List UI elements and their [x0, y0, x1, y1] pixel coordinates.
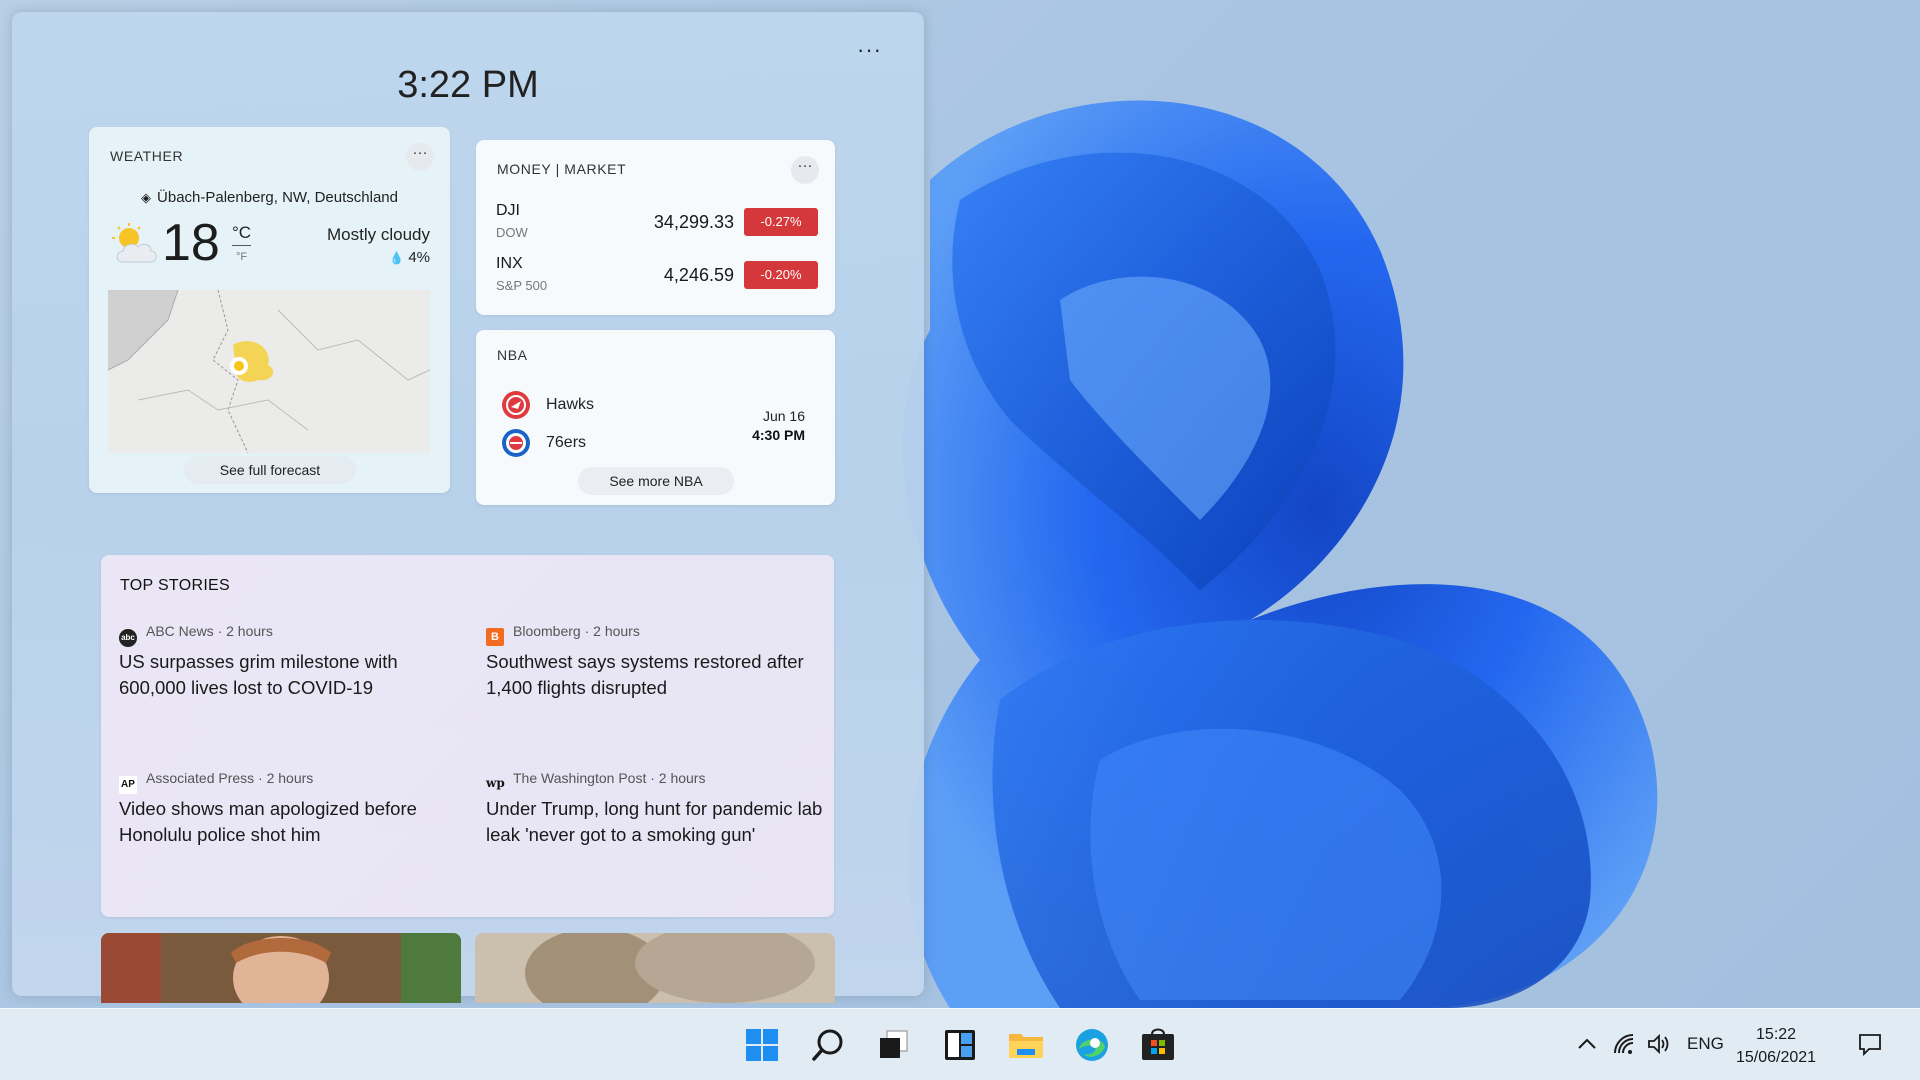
game-date: Jun 16 — [762, 408, 805, 424]
file-explorer-icon[interactable] — [1003, 1022, 1049, 1068]
taskbar-date: 15/06/2021 — [1736, 1049, 1817, 1066]
top-stories-widget: TOP STORIES abc ABC News · 2 hours US sur… — [101, 555, 834, 917]
story-source-label: The Washington Post · 2 hours — [513, 770, 706, 786]
stock-symbol: INX — [496, 255, 523, 272]
story-source: wp The Washington Post · 2 hours — [486, 770, 705, 792]
search-icon[interactable] — [805, 1022, 851, 1068]
market-widget[interactable]: MONEY | MARKET ··· DJI DOW 34,299.33 -0.… — [476, 140, 835, 315]
partly-cloudy-icon — [112, 223, 157, 263]
raindrop-icon: 💧 — [389, 251, 405, 265]
market-more-button[interactable]: ··· — [791, 156, 819, 184]
location-pin-icon: ◈ — [141, 190, 152, 205]
start-icon[interactable] — [739, 1022, 785, 1068]
taskbar: ENG 15:22 15/06/2021 — [0, 1008, 1920, 1080]
weather-widget[interactable]: WEATHER ··· ◈ Übach-Palenberg, NW, Deutsc… — [89, 127, 450, 493]
nba-title: NBA — [497, 347, 528, 363]
language-indicator[interactable]: ENG — [1687, 1034, 1724, 1054]
news-photo — [101, 933, 461, 1003]
story-source: AP Associated Press · 2 hours — [119, 770, 313, 794]
game-time: 4:30 PM — [752, 427, 805, 443]
76ers-logo-icon — [502, 429, 530, 457]
stock-price: 34,299.33 — [653, 212, 734, 232]
panel-clock: 3:22 PM — [397, 64, 539, 106]
stock-price: 4,246.59 — [663, 265, 734, 285]
washington-post-icon: wp — [486, 776, 505, 790]
story-headline[interactable]: Southwest says systems restored after 1,… — [486, 649, 826, 701]
stock-row-dji[interactable]: DJI DOW 34,299.33 -0.27% — [496, 202, 818, 246]
top-stories-title: TOP STORIES — [120, 577, 231, 594]
map-image — [108, 290, 430, 453]
weather-more-button[interactable]: ··· — [406, 143, 434, 171]
see-more-nba-link[interactable]: See more NBA — [578, 467, 734, 495]
task-view-icon[interactable] — [871, 1022, 917, 1068]
story-source: abc ABC News · 2 hours — [119, 623, 273, 647]
team-name: Hawks — [546, 396, 595, 413]
desktop: ··· 3:22 PM WEATHER ··· ◈ Übach-Palenberg… — [0, 0, 1920, 1008]
story-source-label: ABC News · 2 hours — [146, 623, 273, 639]
unit-celsius-toggle[interactable]: °C — [232, 223, 252, 246]
weather-condition: Mostly cloudy — [327, 225, 430, 244]
story-headline[interactable]: Under Trump, long hunt for pandemic lab … — [486, 796, 826, 848]
wifi-icon[interactable] — [1611, 1031, 1637, 1057]
team-name: 76ers — [546, 434, 587, 451]
story-source: B Bloomberg · 2 hours — [486, 623, 640, 646]
abc-news-icon: abc — [119, 629, 137, 647]
temperature-value: 18 — [162, 214, 220, 272]
stock-row-inx[interactable]: INX S&P 500 4,246.59 -0.20% — [496, 255, 818, 299]
weather-location-label: Übach-Palenberg, NW, Deutschland — [157, 189, 398, 206]
stock-change-badge: -0.20% — [744, 261, 818, 289]
stock-name: DOW — [496, 225, 528, 240]
nba-widget[interactable]: NBA Hawks 76ers Jun 16 4:30 PM See more … — [476, 330, 835, 505]
news-image-card[interactable] — [475, 933, 835, 1003]
stock-name: S&P 500 — [496, 278, 548, 293]
taskbar-time: 15:22 — [1756, 1026, 1797, 1043]
story-source-label: Bloomberg · 2 hours — [513, 623, 640, 639]
store-icon[interactable] — [1135, 1022, 1181, 1068]
weather-title: WEATHER — [110, 148, 184, 164]
market-title: MONEY | MARKET — [497, 161, 627, 177]
stock-symbol: DJI — [496, 202, 520, 219]
widgets-icon[interactable] — [937, 1022, 983, 1068]
news-photo — [475, 933, 835, 1003]
story-headline[interactable]: US surpasses grim milestone with 600,000… — [119, 649, 459, 701]
weather-location[interactable]: ◈ Übach-Palenberg, NW, Deutschland — [89, 189, 450, 206]
news-image-card[interactable] — [101, 933, 461, 1003]
notification-icon[interactable] — [1857, 1031, 1883, 1057]
taskbar-clock[interactable]: 15:22 15/06/2021 — [1736, 1023, 1816, 1069]
hawks-logo-icon — [502, 391, 530, 419]
chevron-up-icon[interactable] — [1574, 1031, 1600, 1057]
precipitation-value: 4% — [408, 249, 430, 266]
volume-icon[interactable] — [1646, 1031, 1672, 1057]
panel-more-button[interactable]: ··· — [857, 39, 882, 61]
associated-press-icon: AP — [119, 776, 137, 794]
story-headline[interactable]: Video shows man apologized before Honolu… — [119, 796, 459, 848]
see-full-forecast-link[interactable]: See full forecast — [184, 456, 356, 484]
edge-icon[interactable] — [1069, 1022, 1115, 1068]
unit-fahrenheit-toggle[interactable]: °F — [236, 251, 247, 263]
weather-map[interactable] — [108, 290, 430, 453]
bloomberg-icon: B — [486, 628, 504, 646]
story-source-label: Associated Press · 2 hours — [146, 770, 314, 786]
precipitation: 💧 4% — [389, 249, 430, 266]
stock-change-badge: -0.27% — [744, 208, 818, 236]
